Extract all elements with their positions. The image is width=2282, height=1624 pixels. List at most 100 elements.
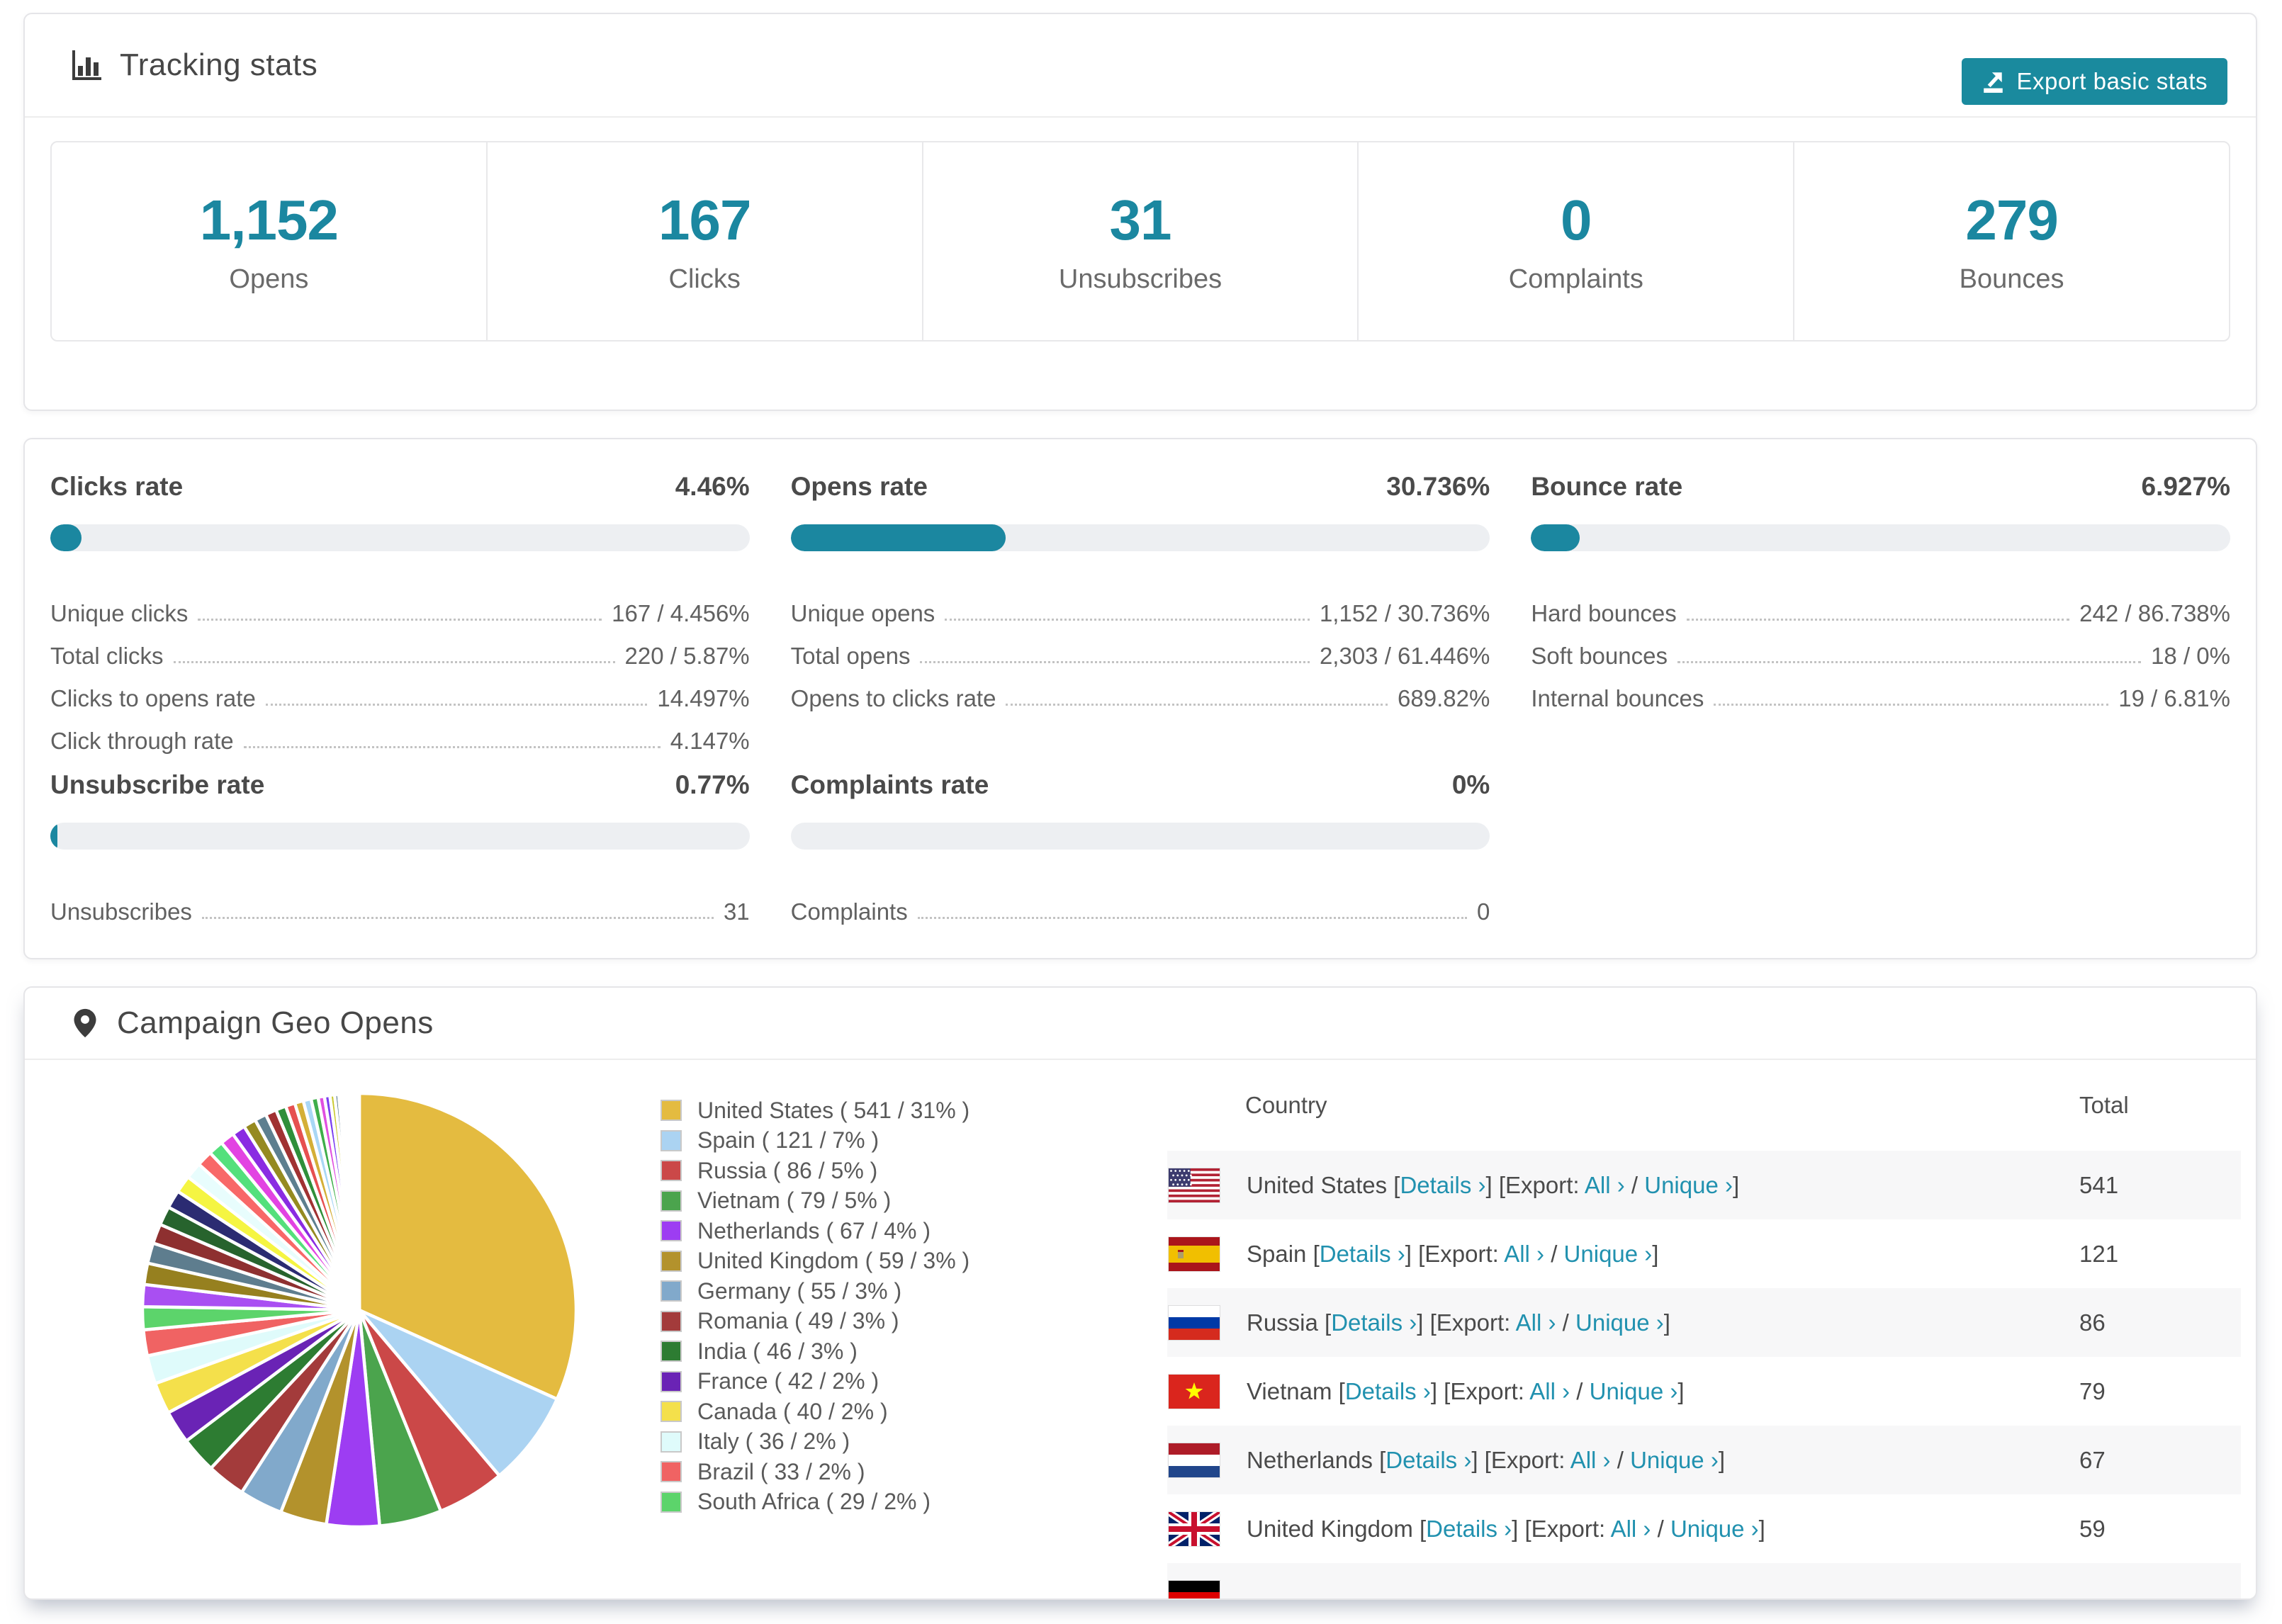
export-all-link-nl[interactable]: All ›	[1570, 1447, 1611, 1473]
pie-legend: United States ( 541 / 31% ) Spain ( 121 /…	[661, 1095, 969, 1517]
dotted-leader	[265, 704, 648, 706]
export-all-link-us[interactable]: All ›	[1585, 1172, 1625, 1198]
dotted-leader	[945, 619, 1310, 621]
rate-title: Bounce rate	[1531, 472, 1683, 501]
rate-value: 6.927%	[2141, 472, 2231, 501]
total-cell: 79	[2079, 1377, 2106, 1404]
export-unique-link-nl[interactable]: Unique ›	[1630, 1447, 1719, 1473]
rate-row: Opens to clicks rate 689.82%	[791, 670, 1490, 713]
legend-swatch	[661, 1100, 682, 1122]
rate-block-clicks-rate: Clicks rate 4.46% Unique clicks 167 / 4.456…	[50, 470, 750, 755]
stat-label: Bounces	[1959, 264, 2064, 294]
legend-swatch	[661, 1491, 682, 1513]
flag-ru-icon	[1168, 1304, 1220, 1341]
geo-table-body: United States [Details ›] [Export: All ›…	[1167, 1151, 2241, 1598]
column-header-country: Country	[1245, 1092, 1327, 1118]
legend-swatch	[661, 1310, 682, 1332]
legend-item: Germany ( 55 / 3% )	[661, 1276, 969, 1307]
dotted-leader	[920, 661, 1310, 663]
stat-value: 0	[1561, 188, 1592, 252]
rate-title: Clicks rate	[50, 472, 184, 501]
rate-row: Total opens 2,303 / 61.446%	[791, 628, 1490, 670]
legend-label: Italy ( 36 / 2% )	[697, 1428, 850, 1455]
total-cell: 541	[2079, 1171, 2119, 1198]
legend-label: South Africa ( 29 / 2% )	[697, 1489, 931, 1515]
legend-item: Brazil ( 33 / 2% )	[661, 1457, 969, 1487]
table-row-es: Spain [Details ›] [Export: All › / Uniqu…	[1167, 1219, 2241, 1288]
legend-label: Netherlands ( 67 / 4% )	[697, 1217, 931, 1244]
export-unique-link-gb[interactable]: Unique ›	[1670, 1516, 1759, 1542]
total-cell: 121	[2079, 1240, 2119, 1267]
table-row-de	[1167, 1563, 2241, 1598]
details-link-us[interactable]: Details ›	[1400, 1172, 1485, 1198]
country-cell: United Kingdom [Details ›] [Export: All …	[1247, 1515, 1765, 1542]
legend-item: Netherlands ( 67 / 4% )	[661, 1216, 969, 1246]
tracking-stats-header: Tracking stats Export basic stats	[25, 14, 2256, 118]
stat-value: 279	[1965, 188, 2058, 252]
progress-track	[50, 524, 750, 551]
dotted-leader	[917, 917, 1467, 919]
table-row-ru: Russia [Details ›] [Export: All › / Uniq…	[1167, 1288, 2241, 1357]
legend-label: United States ( 541 / 31% )	[697, 1097, 970, 1123]
rate-row: Unique clicks 167 / 4.456%	[50, 585, 750, 628]
rate-rows: Unsubscribes 31	[50, 884, 750, 926]
export-unique-link-ru[interactable]: Unique ›	[1575, 1309, 1664, 1336]
export-all-link-gb[interactable]: All ›	[1611, 1516, 1651, 1542]
legend-item: Canada ( 40 / 2% )	[661, 1397, 969, 1427]
progress-fill	[1531, 524, 1580, 551]
legend-item: Spain ( 121 / 7% )	[661, 1126, 969, 1156]
progress-track	[790, 823, 1490, 850]
rate-rows: Unique opens 1,152 / 30.736% Total opens 2,…	[791, 585, 1490, 713]
table-row-gb: United Kingdom [Details ›] [Export: All …	[1167, 1494, 2241, 1563]
export-all-link-ru[interactable]: All ›	[1516, 1309, 1556, 1336]
legend-label: Canada ( 40 / 2% )	[697, 1398, 888, 1424]
details-link-es[interactable]: Details ›	[1320, 1241, 1405, 1267]
export-all-link-vn[interactable]: All ›	[1529, 1378, 1570, 1404]
progress-fill	[50, 524, 82, 551]
rate-row-label: Unsubscribes	[50, 898, 192, 925]
table-row-nl: Netherlands [Details ›] [Export: All › /…	[1167, 1426, 2241, 1494]
dotted-leader	[201, 917, 714, 919]
dotted-leader	[1006, 704, 1388, 706]
legend-item: Russia ( 86 / 5% )	[661, 1156, 969, 1186]
rate-block-complaints-rate: Complaints rate 0% Complaints 0	[790, 769, 1490, 926]
summary-stats-row: 1,152 Opens 167 Clicks 31 Unsubscribes 0 Compla…	[50, 141, 2230, 342]
summary-stat-unsubscribes: 31 Unsubscribes	[921, 142, 1358, 340]
progress-track	[50, 823, 750, 850]
export-unique-link-es[interactable]: Unique ›	[1564, 1241, 1653, 1267]
rates-card: Clicks rate 4.46% Unique clicks 167 / 4.456…	[23, 438, 2257, 959]
details-link-ru[interactable]: Details ›	[1331, 1309, 1417, 1336]
dotted-leader	[1677, 661, 2142, 663]
legend-item: France ( 42 / 2% )	[661, 1367, 969, 1397]
export-all-link-es[interactable]: All ›	[1504, 1241, 1544, 1267]
rate-head: Bounce rate 6.927%	[1531, 470, 2230, 503]
rate-value: 4.46%	[675, 472, 750, 501]
rate-value: 30.736%	[1386, 472, 1490, 501]
total-cell: 67	[2079, 1446, 2106, 1473]
legend-swatch	[661, 1280, 682, 1302]
table-row-us: United States [Details ›] [Export: All ›…	[1167, 1151, 2241, 1219]
export-basic-stats-button[interactable]: Export basic stats	[1961, 58, 2227, 105]
progress-fill	[50, 823, 57, 850]
geo-section-title: Campaign Geo Opens	[117, 1005, 434, 1040]
legend-item: South Africa ( 29 / 2% )	[661, 1487, 969, 1518]
stat-value: 167	[658, 188, 751, 252]
rate-row-label: Opens to clicks rate	[790, 685, 996, 711]
total-cell: 86	[2079, 1309, 2106, 1336]
export-unique-link-vn[interactable]: Unique ›	[1590, 1378, 1678, 1404]
details-link-vn[interactable]: Details ›	[1345, 1378, 1431, 1404]
summary-stat-opens: 1,152 Opens	[52, 142, 486, 340]
details-link-nl[interactable]: Details ›	[1386, 1447, 1471, 1473]
geo-header: Campaign Geo Opens	[25, 988, 2256, 1060]
legend-swatch	[661, 1461, 682, 1483]
legend-swatch	[661, 1250, 682, 1272]
legend-swatch	[661, 1370, 682, 1392]
rate-head: Complaints rate 0%	[791, 769, 1490, 801]
rate-row-value: 242 / 86.738%	[2079, 600, 2230, 626]
legend-label: Brazil ( 33 / 2% )	[697, 1458, 865, 1484]
export-unique-link-us[interactable]: Unique ›	[1644, 1172, 1733, 1198]
legend-swatch	[661, 1190, 682, 1212]
details-link-gb[interactable]: Details ›	[1426, 1516, 1512, 1542]
rate-row-value: 2,303 / 61.446%	[1319, 643, 1490, 669]
dotted-leader	[198, 619, 602, 621]
